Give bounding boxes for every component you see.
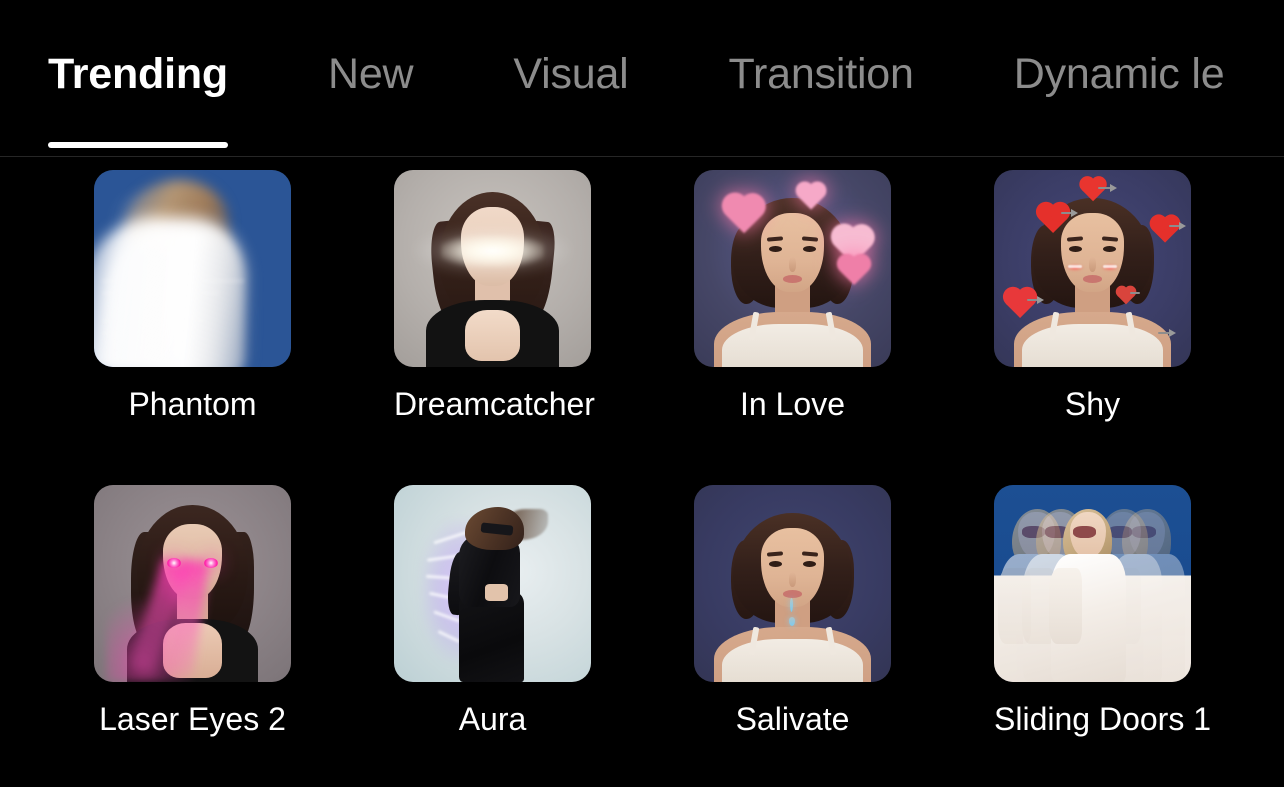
tab-visual-label: Visual: [513, 50, 629, 98]
tab-dynamic-lens[interactable]: Dynamic le: [1014, 0, 1225, 157]
effect-thumbnail-dreamcatcher[interactable]: [394, 170, 591, 367]
laser-eyes-artwork: [94, 485, 291, 682]
laser-eye-icon: [166, 557, 181, 568]
salivate-artwork: [694, 485, 891, 682]
tab-trending-label: Trending: [48, 50, 228, 98]
tab-underline-inactive: [729, 142, 914, 148]
effect-thumbnail-in-love[interactable]: [694, 170, 891, 367]
shy-artwork: [994, 170, 1191, 367]
tab-transition-label: Transition: [728, 50, 914, 98]
tab-underline-inactive: [513, 142, 628, 148]
tab-transition[interactable]: Transition: [729, 0, 914, 157]
tab-trending[interactable]: Trending: [48, 0, 228, 157]
effect-item-shy[interactable]: Shy: [994, 170, 1191, 423]
effect-item-aura[interactable]: Aura: [394, 485, 591, 738]
effects-gallery-screen: Trending New Visual Transition Dynamic l…: [0, 0, 1284, 786]
laser-eye-icon: [204, 557, 219, 568]
effect-label-aura: Aura: [458, 701, 527, 737]
in-love-artwork: [694, 170, 891, 367]
tab-new-label: New: [327, 50, 414, 98]
blush-line: [1067, 265, 1082, 269]
aura-artwork: [394, 485, 591, 682]
tab-new[interactable]: New: [327, 0, 414, 157]
effects-grid-row: Phantom Dreamcatcher In Love Shy: [0, 157, 1284, 472]
effect-label-laser-eyes-2: Laser Eyes 2: [99, 701, 286, 737]
effect-item-sliding-doors-1[interactable]: Sliding Doors 1: [994, 485, 1211, 738]
effect-thumbnail-phantom[interactable]: [94, 170, 291, 367]
effect-thumbnail-laser-eyes-2[interactable]: [94, 485, 291, 682]
category-tab-bar: Trending New Visual Transition Dynamic l…: [0, 0, 1284, 157]
tab-visual[interactable]: Visual: [513, 0, 628, 157]
effect-label-in-love: In Love: [740, 386, 845, 422]
effect-label-sliding-doors-1: Sliding Doors 1: [994, 701, 1211, 737]
effect-label-salivate: Salivate: [735, 701, 850, 737]
tab-dynamic-lens-label: Dynamic le: [1013, 50, 1225, 98]
effect-thumbnail-salivate[interactable]: [694, 485, 891, 682]
effect-item-phantom[interactable]: Phantom: [94, 170, 291, 423]
effect-thumbnail-shy[interactable]: [994, 170, 1191, 367]
heart-arrow-icon: [1005, 290, 1034, 318]
drool-droplet: [788, 616, 795, 626]
tab-underline-inactive: [1014, 142, 1225, 148]
effect-item-laser-eyes-2[interactable]: Laser Eyes 2: [94, 485, 291, 738]
effect-thumbnail-sliding-doors-1[interactable]: [994, 485, 1191, 682]
category-tab-strip[interactable]: Trending New Visual Transition Dynamic l…: [48, 0, 1225, 157]
effect-label-phantom: Phantom: [128, 386, 257, 422]
drool-drip: [789, 598, 793, 613]
heart-arrow-icon: [1151, 217, 1177, 243]
blush-line: [1103, 265, 1118, 269]
effects-grid-row: Laser Eyes 2 Aura Salivate Sliding Doors…: [0, 472, 1284, 787]
effect-thumbnail-aura[interactable]: [394, 485, 591, 682]
effect-item-dreamcatcher[interactable]: Dreamcatcher: [394, 170, 595, 423]
effect-label-shy: Shy: [1064, 386, 1121, 422]
effect-item-in-love[interactable]: In Love: [694, 170, 891, 423]
tab-underline-inactive: [328, 142, 413, 148]
effects-grid: Phantom Dreamcatcher In Love Shy Laser E…: [0, 157, 1284, 786]
tab-active-underline: [48, 142, 228, 148]
effect-label-dreamcatcher: Dreamcatcher: [394, 386, 595, 422]
effect-item-salivate[interactable]: Salivate: [694, 485, 891, 738]
sliding-doors-artwork: [994, 485, 1191, 682]
dreamcatcher-artwork: [394, 170, 591, 367]
phantom-artwork: [94, 170, 291, 367]
